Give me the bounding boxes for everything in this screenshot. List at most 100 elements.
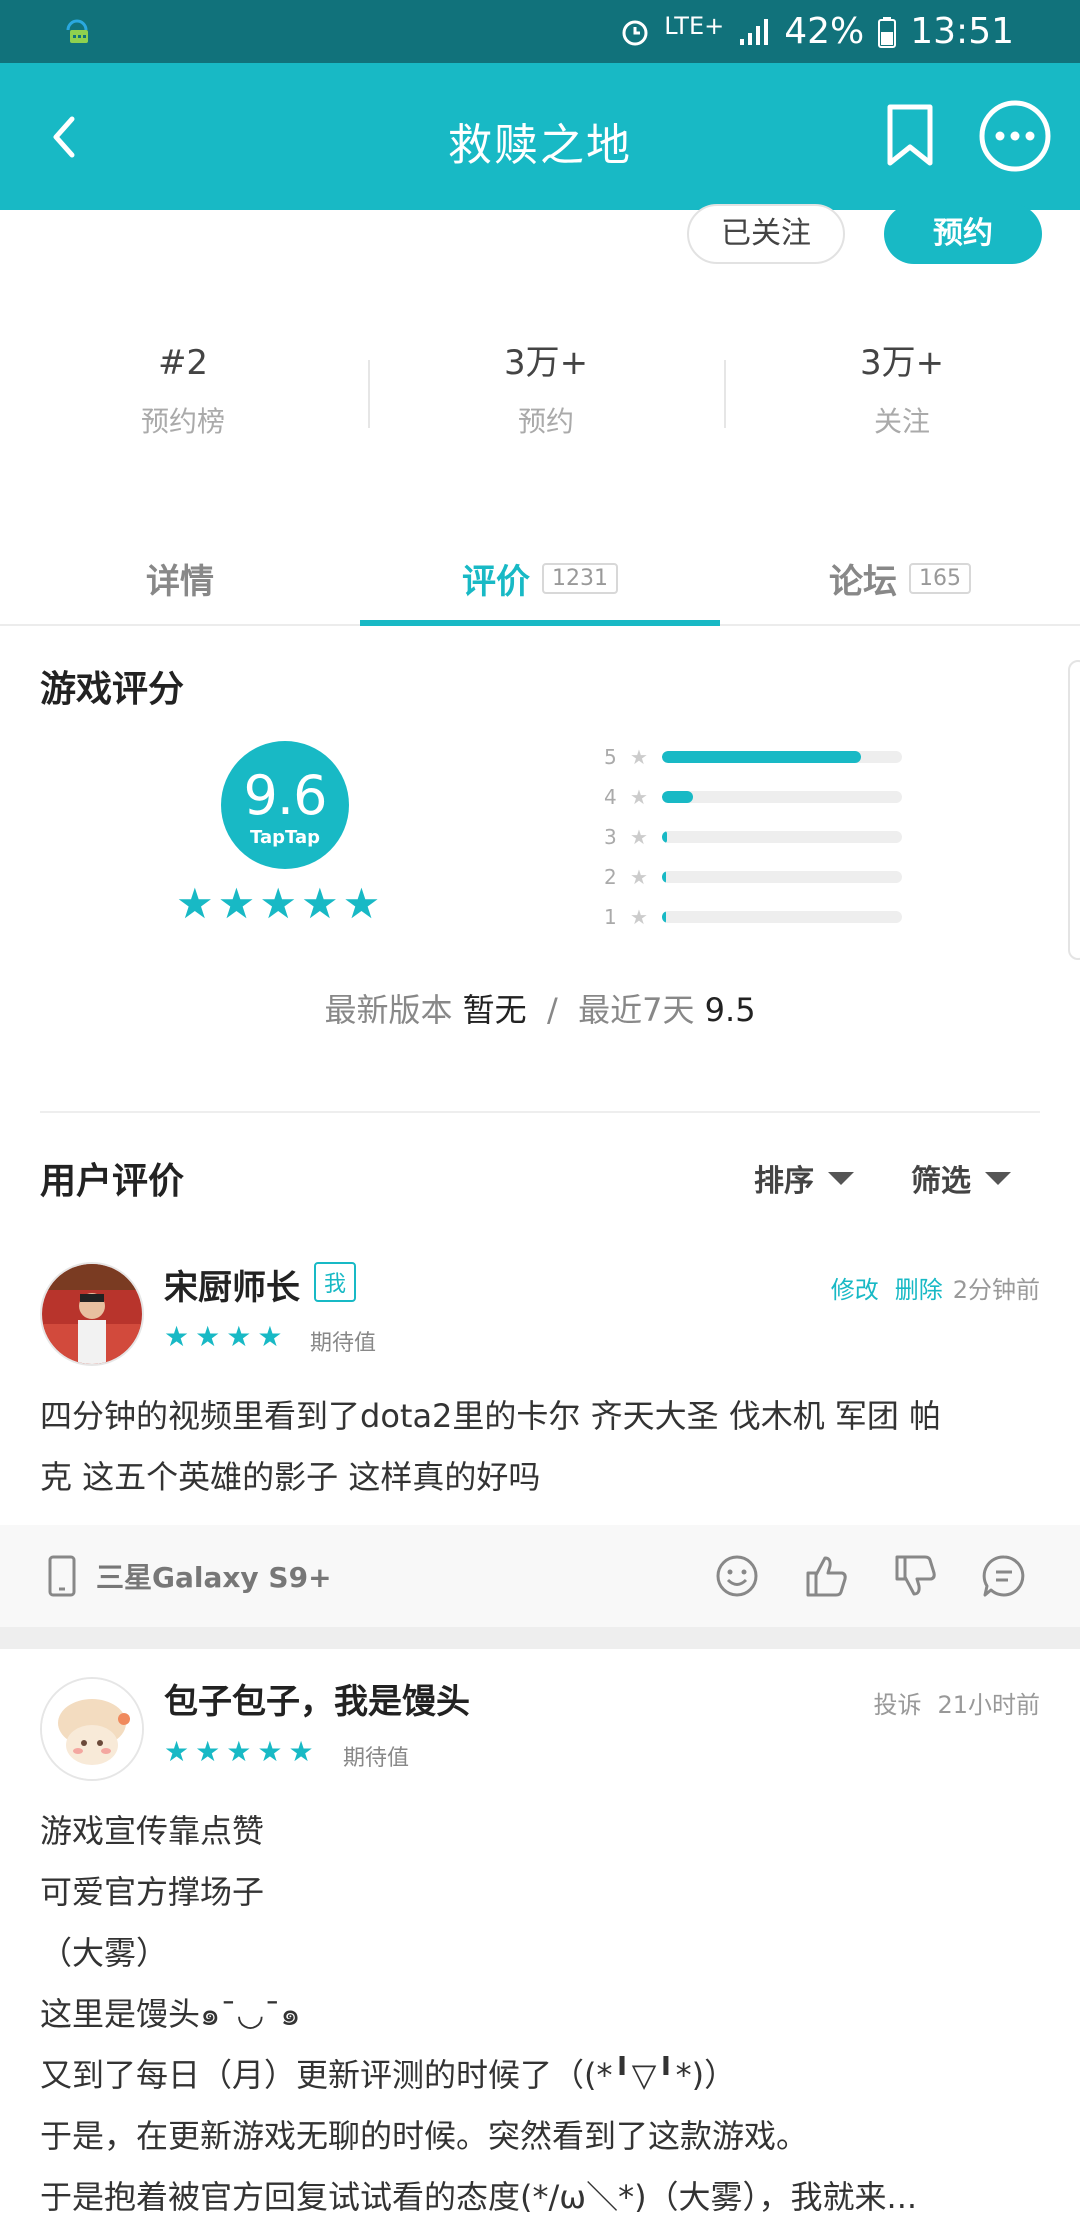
stat-label: 预约 — [517, 405, 574, 438]
separator: / — [546, 991, 558, 1029]
review-line: 这里是馒头๑¯◡¯๑ — [40, 1995, 301, 2033]
edit-link[interactable]: 修改 — [831, 1270, 879, 1305]
tab-reviews[interactable]: 评价 1231 — [360, 530, 720, 626]
star-icon: ★ — [630, 865, 648, 889]
stat-value: 3万+ — [503, 343, 589, 383]
app-bar: 救赎之地 — [0, 63, 1080, 210]
side-drawer-handle[interactable] — [1068, 660, 1080, 960]
star-icon: ★ — [342, 879, 381, 928]
status-bar: LTE+ 42% 13:51 — [0, 0, 1080, 63]
tab-bar: 详情 评价 1231 论坛 165 — [0, 530, 1080, 626]
bar-fill — [662, 831, 667, 843]
review-line: 四分钟的视频里看到了dota2里的卡尔 齐天大圣 伐木机 军团 帕 — [40, 1397, 942, 1435]
report-link[interactable]: 投诉 — [873, 1685, 921, 1720]
reviewer-name[interactable]: 包子包子，我是馒头 — [164, 1674, 470, 1723]
sort-dropdown[interactable]: 排序 — [754, 1156, 854, 1200]
review-meta: 修改 删除 2分钟前 — [831, 1270, 1040, 1305]
filter-label: 筛选 — [911, 1164, 971, 1199]
stat-value: 3万+ — [859, 343, 945, 383]
sort-label: 排序 — [754, 1164, 814, 1199]
version-scores: 最新版本 暂无 / 最近7天 9.5 — [0, 985, 1080, 1031]
review-line: 又到了每日（月）更新评测的时候了（(*╹▽╹*)） — [40, 2056, 737, 2094]
star-icon: ★ — [288, 1735, 314, 1768]
bar-track — [662, 911, 902, 923]
stat-label: 关注 — [873, 405, 930, 438]
star-icon: ★ — [630, 785, 648, 809]
more-options-icon[interactable] — [978, 99, 1052, 173]
tab-details[interactable]: 详情 — [0, 530, 360, 626]
avatar-image — [42, 1679, 142, 1779]
stat-rank[interactable]: #2 预约榜 — [33, 340, 333, 440]
recent-value: 9.5 — [704, 991, 756, 1029]
bar-fill — [662, 751, 862, 763]
star-icon: ★ — [300, 879, 339, 928]
review-time: 2分钟前 — [952, 1276, 1040, 1304]
bar-star-number: 2 — [604, 865, 617, 889]
bookmark-icon[interactable] — [882, 103, 938, 169]
star-icon: ★ — [630, 745, 648, 769]
reserve-button[interactable]: 预约 — [884, 204, 1042, 264]
filter-dropdown[interactable]: 筛选 — [911, 1156, 1011, 1200]
review-footer: 三星Galaxy S9+ — [0, 1525, 1080, 1627]
phone-icon — [48, 1555, 76, 1597]
stat-divider — [724, 360, 726, 428]
avatar-image — [42, 1264, 142, 1364]
me-badge: 我 — [314, 1262, 357, 1302]
reviewer-name[interactable]: 宋厨师长 — [164, 1260, 300, 1309]
clock: 13:51 — [910, 11, 1014, 52]
star-icon: ★ — [226, 1735, 252, 1768]
rating-bar-row: 4 ★ — [600, 782, 910, 812]
score-stars: ★ ★ ★ ★ ★ — [176, 882, 396, 926]
notification-icon — [66, 19, 88, 43]
score-value: 9.6 — [243, 764, 328, 827]
section-divider — [40, 1111, 1040, 1113]
rating-bar-row: 1 ★ — [600, 902, 910, 932]
review-stars: ★ ★ ★ ★ — [164, 1322, 282, 1352]
review-separator — [0, 1627, 1080, 1649]
bar-track — [662, 871, 902, 883]
avatar[interactable] — [40, 1677, 144, 1781]
emoji-icon[interactable] — [714, 1553, 760, 1599]
latest-version-value: 暂无 — [462, 991, 527, 1029]
review-meta: 投诉 21小时前 — [873, 1685, 1040, 1720]
bar-star-number: 5 — [604, 745, 617, 769]
bar-track — [662, 751, 902, 763]
review-tag: 期待值 — [343, 1746, 410, 1771]
comment-icon[interactable] — [981, 1553, 1027, 1599]
delete-link[interactable]: 删除 — [895, 1270, 943, 1305]
review-line: 克 这五个英雄的影子 这样真的好吗 — [40, 1458, 541, 1496]
review-tag: 期待值 — [310, 1331, 377, 1356]
network-type: LTE+ — [664, 11, 725, 40]
rating-bar-row: 3 ★ — [600, 822, 910, 852]
bar-star-number: 4 — [604, 785, 617, 809]
review-body[interactable]: 四分钟的视频里看到了dota2里的卡尔 齐天大圣 伐木机 军团 帕 克 这五个英… — [40, 1386, 1040, 1508]
review-body[interactable]: 游戏宣传靠点赞 可爱官方撑场子 （大雾） 这里是馒头๑¯◡¯๑ 又到了每日（月）… — [40, 1801, 1040, 2220]
followed-button[interactable]: 已关注 — [687, 204, 845, 264]
tab-count-badge: 165 — [909, 562, 971, 594]
star-icon: ★ — [257, 1735, 283, 1768]
star-icon: ★ — [164, 1735, 190, 1768]
avatar[interactable] — [40, 1262, 144, 1366]
chevron-down-icon — [985, 1171, 1011, 1185]
tab-label: 评价 — [462, 561, 530, 602]
bar-fill — [662, 791, 694, 803]
tab-label: 论坛 — [829, 561, 897, 602]
thumbs-up-icon[interactable] — [803, 1553, 849, 1599]
star-icon: ★ — [195, 1735, 221, 1768]
stats-row: #2 预约榜 3万+ 预约 3万+ 关注 — [0, 340, 1080, 450]
device-info: 三星Galaxy S9+ — [48, 1555, 332, 1597]
stat-label: 预约榜 — [140, 405, 225, 438]
stat-followers: 3万+ 关注 — [752, 340, 1052, 440]
rating-bar-row: 2 ★ — [600, 862, 910, 892]
tab-count-badge: 1231 — [542, 562, 618, 594]
tab-forum[interactable]: 论坛 165 — [720, 530, 1080, 626]
signal-icon — [740, 18, 769, 45]
rating-bar-row: 5 ★ — [600, 742, 910, 772]
star-icon: ★ — [195, 1320, 221, 1353]
review-time: 21小时前 — [937, 1691, 1040, 1719]
thumbs-down-icon[interactable] — [892, 1553, 938, 1599]
review-line: 于是抱着被官方回复试试看的态度(*/ω＼*)（大雾），我就来... — [40, 2178, 918, 2216]
review-line: 于是，在更新游戏无聊的时候。突然看到了这款游戏。 — [40, 2117, 809, 2155]
review-line: 可爱官方撑场子 — [40, 1873, 265, 1911]
reviews-section-title: 用户评价 — [40, 1161, 185, 1202]
